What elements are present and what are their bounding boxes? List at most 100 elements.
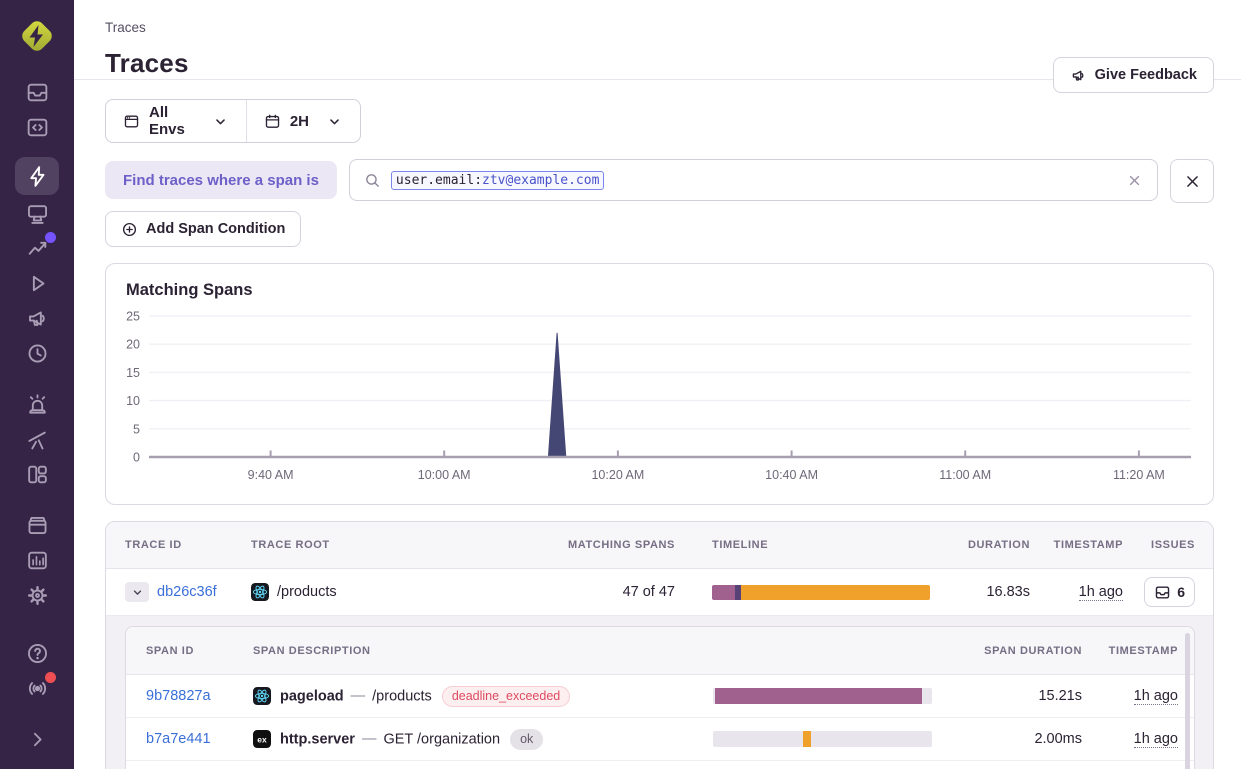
nav-projects[interactable] — [0, 508, 74, 543]
svg-text:11:20 AM: 11:20 AM — [1113, 468, 1165, 482]
span-op: http.server — [280, 731, 355, 747]
date-range-label: 2H — [290, 113, 309, 130]
col-span-description: Span Description — [253, 645, 713, 657]
breadcrumb[interactable]: Traces — [105, 0, 146, 35]
trace-duration: 16.83s — [930, 584, 1030, 600]
nav-dashboards[interactable] — [0, 196, 74, 231]
nav-insights[interactable] — [0, 231, 74, 266]
spans-subtable: Span ID Span Description Span Duration T… — [125, 626, 1195, 769]
svg-text:25: 25 — [126, 310, 140, 324]
bar-chart-icon — [15, 542, 59, 580]
date-range-filter[interactable]: 2H — [247, 100, 360, 142]
search-icon — [364, 172, 381, 189]
nav-replays[interactable] — [0, 266, 74, 301]
matching-spans-count: 47 of 47 — [548, 584, 675, 600]
sidebar — [0, 0, 74, 769]
plus-circle-icon — [121, 221, 138, 238]
separator: — — [351, 688, 366, 704]
inbox-icon — [15, 74, 59, 112]
span-search-input[interactable]: user.email:ztv@example.com — [349, 159, 1158, 201]
svg-text:ex: ex — [257, 735, 267, 745]
svg-text:5: 5 — [133, 422, 140, 436]
span-row: 9b78827a pageload—/productsdeadline_exce… — [126, 675, 1194, 718]
span-condition-row: Find traces where a span is user.email:z… — [105, 159, 1214, 203]
traces-table-header: Trace ID Trace Root Matching Spans Timel… — [106, 522, 1213, 569]
span-duration-bar — [713, 731, 932, 747]
siren-icon — [15, 386, 59, 424]
nav-stats[interactable] — [0, 543, 74, 578]
svg-text:10:00 AM: 10:00 AM — [418, 468, 471, 482]
span-description: GET /organization — [383, 731, 500, 747]
search-token-value: ztv@example.com — [482, 173, 599, 188]
span-duration-bar — [713, 688, 932, 704]
col-duration: Duration — [930, 539, 1030, 551]
svg-text:15: 15 — [126, 366, 140, 380]
nav-boards[interactable] — [0, 457, 74, 492]
trace-row: db26c36f /products 47 of 47 16.83s 1h ag… — [106, 569, 1213, 616]
span-timestamp[interactable]: 1h ago — [1134, 731, 1178, 748]
telescope-icon — [15, 421, 59, 459]
search-token[interactable]: user.email:ztv@example.com — [391, 171, 605, 190]
chevron-right-icon — [15, 721, 59, 759]
add-span-condition-button[interactable]: Add Span Condition — [105, 211, 301, 247]
environment-filter[interactable]: All Envs — [106, 100, 246, 142]
nav-explore[interactable] — [0, 110, 74, 145]
nav-settings[interactable] — [0, 578, 74, 613]
matching-spans-chart: 9:40 AM 10:00 AM 10:20 AM 10:40 AM 11:00 AM 1… — [106, 310, 1209, 500]
projector-icon — [15, 195, 59, 233]
col-timeline: Timeline — [675, 539, 930, 551]
nav-help[interactable] — [0, 636, 74, 671]
svg-text:10: 10 — [126, 394, 140, 408]
page-header: Traces Traces Give Feedback — [74, 0, 1241, 80]
nav-issues[interactable] — [0, 75, 74, 110]
span-id-link[interactable]: 9b78827a — [146, 688, 211, 704]
separator: — — [362, 731, 377, 747]
col-issues: Issues — [1123, 539, 1195, 551]
page-title: Traces — [105, 48, 1214, 79]
span-duration: 2.00ms — [932, 731, 1082, 747]
react-platform-icon — [251, 583, 269, 601]
trace-id-link[interactable]: db26c36f — [157, 584, 217, 600]
nav-discover[interactable] — [0, 422, 74, 457]
trace-issues-button[interactable]: 6 — [1144, 577, 1195, 607]
help-icon — [15, 635, 59, 673]
trace-timeline-bar — [712, 585, 930, 600]
svg-text:9:40 AM: 9:40 AM — [248, 468, 294, 482]
sentry-logo[interactable] — [17, 16, 57, 56]
close-icon — [1184, 173, 1201, 190]
remove-condition-button[interactable] — [1170, 159, 1214, 203]
span-timestamp[interactable]: 1h ago — [1134, 688, 1178, 705]
feedback-label: Give Feedback — [1095, 67, 1197, 83]
nav-broadcast[interactable] — [0, 671, 74, 706]
megaphone-icon — [1070, 67, 1087, 84]
sidebar-collapse-button[interactable] — [0, 722, 74, 757]
express-platform-icon: ex — [253, 730, 271, 748]
spans-subtable-header: Span ID Span Description Span Duration T… — [126, 627, 1194, 675]
subtable-scrollbar[interactable] — [1185, 633, 1190, 769]
span-duration: 15.21s — [932, 688, 1082, 704]
lightning-icon — [15, 157, 59, 195]
calendar-icon — [264, 113, 281, 130]
nav-alerts[interactable] — [0, 387, 74, 422]
gear-icon — [15, 577, 59, 615]
nav-feedback[interactable] — [0, 301, 74, 336]
nav-traces[interactable] — [0, 157, 74, 195]
matching-spans-panel: Matching Spans 9:40 AM10:00 AM10:20 AM10… — [105, 263, 1214, 505]
svg-text:11:00 AM: 11:00 AM — [939, 468, 991, 482]
span-status-badge: ok — [510, 729, 543, 750]
search-token-key: user.email: — [396, 173, 482, 188]
archive-box-icon — [15, 507, 59, 545]
nav-releases[interactable] — [0, 336, 74, 371]
issues-count: 6 — [1177, 584, 1185, 600]
give-feedback-button[interactable]: Give Feedback — [1053, 57, 1214, 93]
svg-text:10:40 AM: 10:40 AM — [765, 468, 818, 482]
trace-timestamp[interactable]: 1h ago — [1079, 584, 1123, 601]
page-filter-bar: All Envs 2H — [105, 99, 361, 143]
svg-text:10:20 AM: 10:20 AM — [591, 468, 644, 482]
span-id-link[interactable]: b7a7e441 — [146, 731, 211, 747]
collapse-trace-icon[interactable] — [125, 582, 149, 602]
span-condition-label: Find traces where a span is — [105, 161, 337, 199]
col-timestamp: Timestamp — [1030, 539, 1123, 551]
span-description: /products — [372, 688, 432, 704]
clear-search-icon[interactable] — [1126, 172, 1143, 189]
